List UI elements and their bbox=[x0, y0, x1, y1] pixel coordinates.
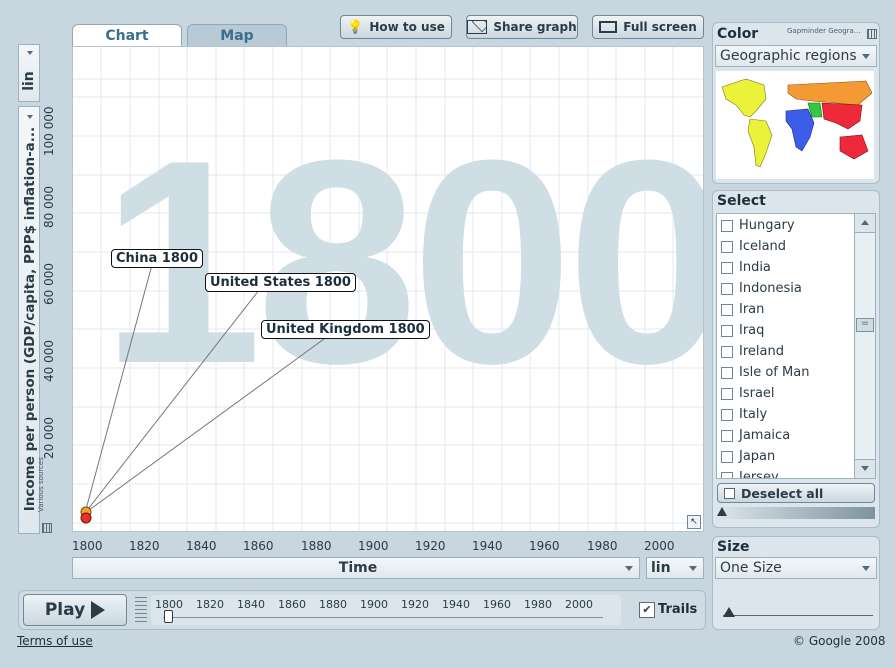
share-graph-button[interactable]: Share graph bbox=[466, 15, 578, 39]
checkbox[interactable] bbox=[721, 429, 733, 442]
slider-handle[interactable] bbox=[717, 507, 727, 516]
color-panel: Color Gapminder Geogra... Geographic reg… bbox=[712, 22, 880, 184]
scroll-up-icon[interactable] bbox=[855, 214, 875, 233]
x-ticks: 1800 1820 1840 1860 1880 1900 1920 1940 … bbox=[72, 539, 675, 553]
deselect-all-button[interactable]: Deselect all bbox=[717, 483, 875, 503]
label-united-kingdom: United Kingdom 1800 bbox=[261, 320, 430, 339]
list-item[interactable]: Iceland bbox=[717, 236, 855, 257]
lightbulb-icon: 💡 bbox=[347, 19, 364, 35]
play-icon bbox=[91, 601, 106, 619]
list-item[interactable]: Hungary bbox=[717, 215, 855, 236]
chevron-down-icon bbox=[625, 566, 633, 571]
chevron-down-icon bbox=[689, 566, 697, 571]
checkbox[interactable] bbox=[721, 345, 733, 358]
checkbox[interactable] bbox=[721, 282, 733, 295]
bubble-china bbox=[80, 512, 92, 524]
size-title: Size bbox=[717, 539, 750, 555]
label-china: China 1800 bbox=[111, 249, 203, 268]
how-to-use-button[interactable]: 💡 How to use bbox=[340, 15, 452, 39]
checkbox[interactable] bbox=[721, 408, 733, 421]
play-button[interactable]: Play bbox=[23, 594, 127, 626]
timeline-slider-handle[interactable] bbox=[164, 610, 173, 623]
list-item[interactable]: Iran bbox=[717, 299, 855, 320]
list-item[interactable]: Italy bbox=[717, 404, 855, 425]
list-item[interactable]: Iraq bbox=[717, 320, 855, 341]
checkbox[interactable] bbox=[721, 240, 733, 253]
color-credit: Gapminder Geogra... bbox=[787, 27, 861, 35]
size-panel: Size One Size bbox=[712, 536, 880, 630]
color-selector[interactable]: Geographic regions bbox=[715, 45, 877, 67]
player-panel: Play 1800 1820 1840 1860 1880 1900 1920 … bbox=[18, 590, 706, 630]
checkbox[interactable] bbox=[721, 324, 733, 337]
fullscreen-icon bbox=[599, 21, 618, 33]
chevron-down-icon bbox=[862, 54, 870, 59]
list-item[interactable]: India bbox=[717, 257, 855, 278]
grid-icon bbox=[867, 29, 877, 39]
trails-checkbox[interactable]: ✔ bbox=[639, 602, 655, 618]
select-title: Select bbox=[717, 193, 766, 209]
y-tick: 100 000 bbox=[42, 106, 56, 156]
tab-chart[interactable]: Chart bbox=[72, 24, 182, 47]
y-tick: 60 000 bbox=[42, 263, 56, 305]
timeline-track[interactable]: 1800 1820 1840 1860 1880 1900 1920 1940 … bbox=[151, 595, 621, 625]
y-axis-label: Income per person (GDP/capita, PPP$ infl… bbox=[22, 126, 38, 512]
list-item[interactable]: Jamaica bbox=[717, 425, 855, 446]
list-item[interactable]: Indonesia bbox=[717, 278, 855, 299]
envelope-icon bbox=[467, 20, 488, 34]
list-item[interactable]: Israel bbox=[717, 383, 855, 404]
list-item[interactable]: Ireland bbox=[717, 341, 855, 362]
terms-link[interactable]: Terms of use bbox=[17, 634, 93, 648]
color-title: Color bbox=[717, 26, 759, 42]
speed-handle-icon[interactable] bbox=[135, 597, 147, 623]
scrollbar[interactable]: = bbox=[854, 214, 875, 478]
checkbox[interactable] bbox=[721, 471, 733, 478]
trails-label: Trails bbox=[658, 602, 698, 617]
y-tick: 20 000 bbox=[42, 417, 56, 459]
list-item[interactable]: Japan bbox=[717, 446, 855, 467]
x-scale-selector[interactable]: lin bbox=[646, 557, 704, 579]
world-map[interactable] bbox=[716, 71, 874, 179]
select-panel: Select Hungary Iceland India Indonesia I… bbox=[712, 190, 880, 528]
y-scale-selector[interactable]: lin bbox=[18, 44, 40, 102]
checkbox-icon bbox=[724, 487, 735, 499]
label-united-states: United States 1800 bbox=[205, 273, 356, 292]
zoom-corner-icon[interactable]: ↖ bbox=[687, 515, 701, 529]
tab-map[interactable]: Map bbox=[187, 24, 287, 46]
x-indicator-selector[interactable]: Time bbox=[72, 557, 640, 579]
checkbox[interactable] bbox=[721, 303, 733, 316]
checkbox[interactable] bbox=[721, 219, 733, 232]
size-selector[interactable]: One Size bbox=[715, 557, 877, 579]
size-slider[interactable] bbox=[723, 607, 873, 617]
scroll-thumb[interactable]: = bbox=[856, 318, 874, 332]
checkbox[interactable] bbox=[721, 261, 733, 274]
chart-area: 1800 China 1800 United States 1800 Unite… bbox=[72, 46, 704, 532]
bubble-layer bbox=[80, 260, 336, 524]
checkbox[interactable] bbox=[721, 387, 733, 400]
chevron-down-icon bbox=[862, 566, 870, 571]
list-item[interactable]: Jersey bbox=[717, 467, 855, 478]
copyright: © Google 2008 bbox=[793, 634, 886, 648]
full-screen-button[interactable]: Full screen bbox=[592, 15, 704, 39]
y-tick: 40 000 bbox=[42, 340, 56, 382]
y-sources-label: Various sources bbox=[37, 457, 45, 512]
y-tick: 80 000 bbox=[42, 186, 56, 228]
country-list: Hungary Iceland India Indonesia Iran Ira… bbox=[716, 213, 876, 479]
opacity-slider[interactable] bbox=[717, 507, 875, 519]
grid-icon bbox=[42, 523, 52, 533]
slider-handle[interactable] bbox=[723, 607, 735, 617]
checkbox[interactable] bbox=[721, 366, 733, 379]
checkbox[interactable] bbox=[721, 450, 733, 463]
list-item[interactable]: Isle of Man bbox=[717, 362, 855, 383]
chevron-down-icon bbox=[27, 51, 33, 55]
scroll-down-icon[interactable] bbox=[855, 459, 875, 478]
